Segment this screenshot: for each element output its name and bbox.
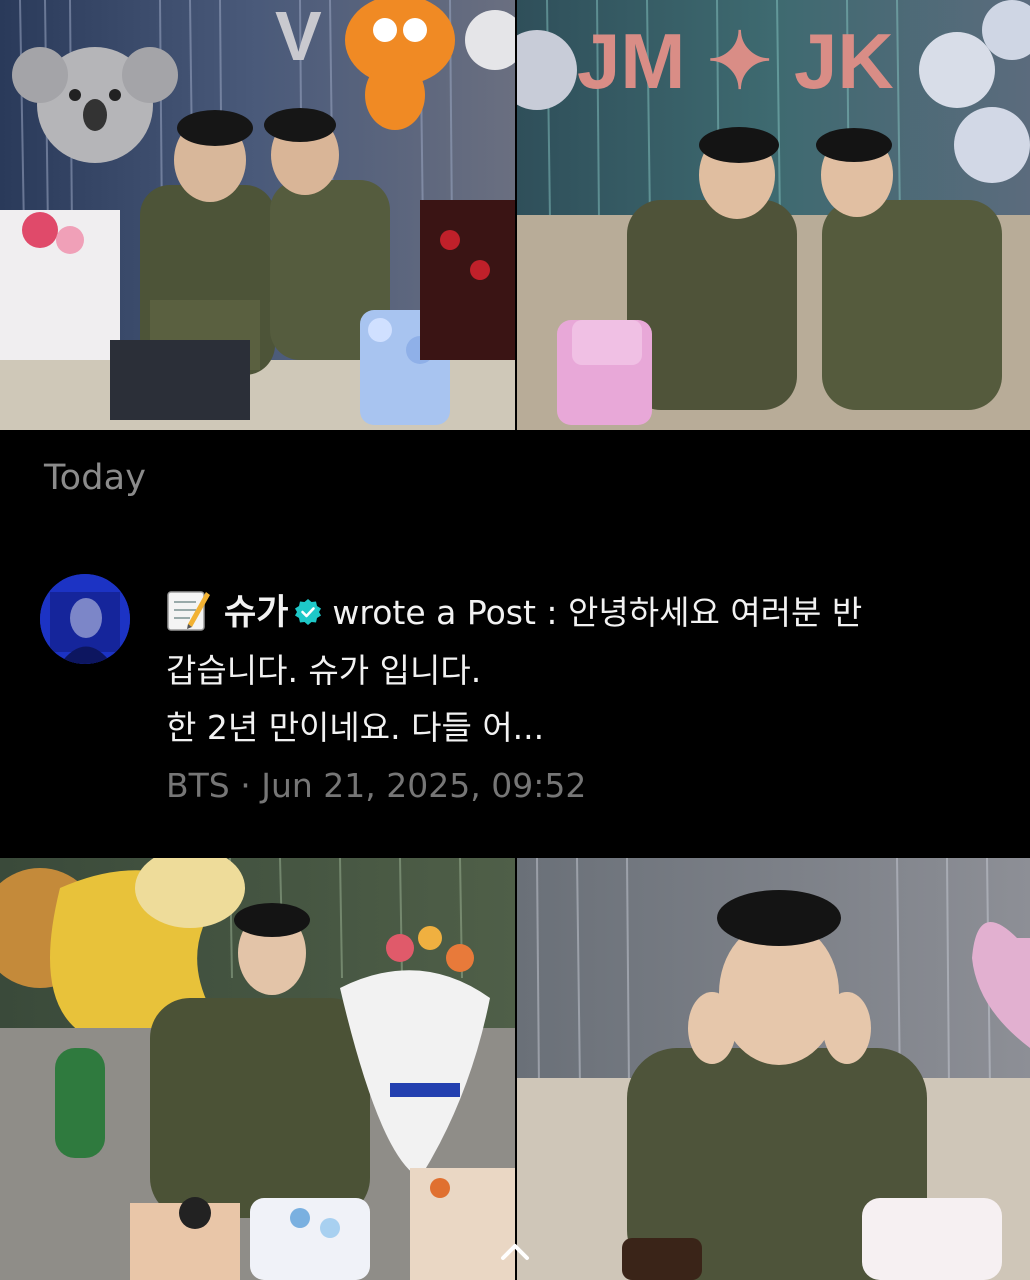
meta-separator: · xyxy=(240,766,251,805)
notification-item[interactable]: 슈가 wrote a Post : 안녕하세요 여러분 반 갑습니다. 슈가 입니… xyxy=(166,584,986,756)
balloon-letters: JM ✦ JK xyxy=(577,17,894,105)
balloon-letter: V xyxy=(275,0,322,75)
timestamp: Jun 21, 2025, 09:52 xyxy=(261,766,587,805)
chevron-up-icon[interactable] xyxy=(498,1236,532,1266)
preview-line-3: 한 2년 만이네요. 다들 어... xyxy=(166,708,545,747)
photo-bottom-right xyxy=(517,858,1030,1280)
notification-meta: BTS · Jun 21, 2025, 09:52 xyxy=(166,766,586,805)
photo-top-left: V xyxy=(0,0,515,430)
photo-bottom-left xyxy=(0,858,515,1280)
preview-line-2: 갑습니다. 슈가 입니다. xyxy=(166,651,482,690)
verified-badge-icon xyxy=(294,586,322,625)
memo-icon xyxy=(166,586,210,632)
cake-pink xyxy=(557,320,652,425)
preview-line-1: 안녕하세요 여러분 반 xyxy=(568,593,863,632)
section-label-today: Today xyxy=(44,458,147,498)
notification-action: wrote a Post : xyxy=(332,593,558,632)
photo-top-right: JM ✦ JK xyxy=(517,0,1030,430)
artist-name: BTS xyxy=(166,766,230,805)
author-name[interactable]: 슈가 xyxy=(224,593,288,633)
avatar[interactable] xyxy=(40,574,130,664)
